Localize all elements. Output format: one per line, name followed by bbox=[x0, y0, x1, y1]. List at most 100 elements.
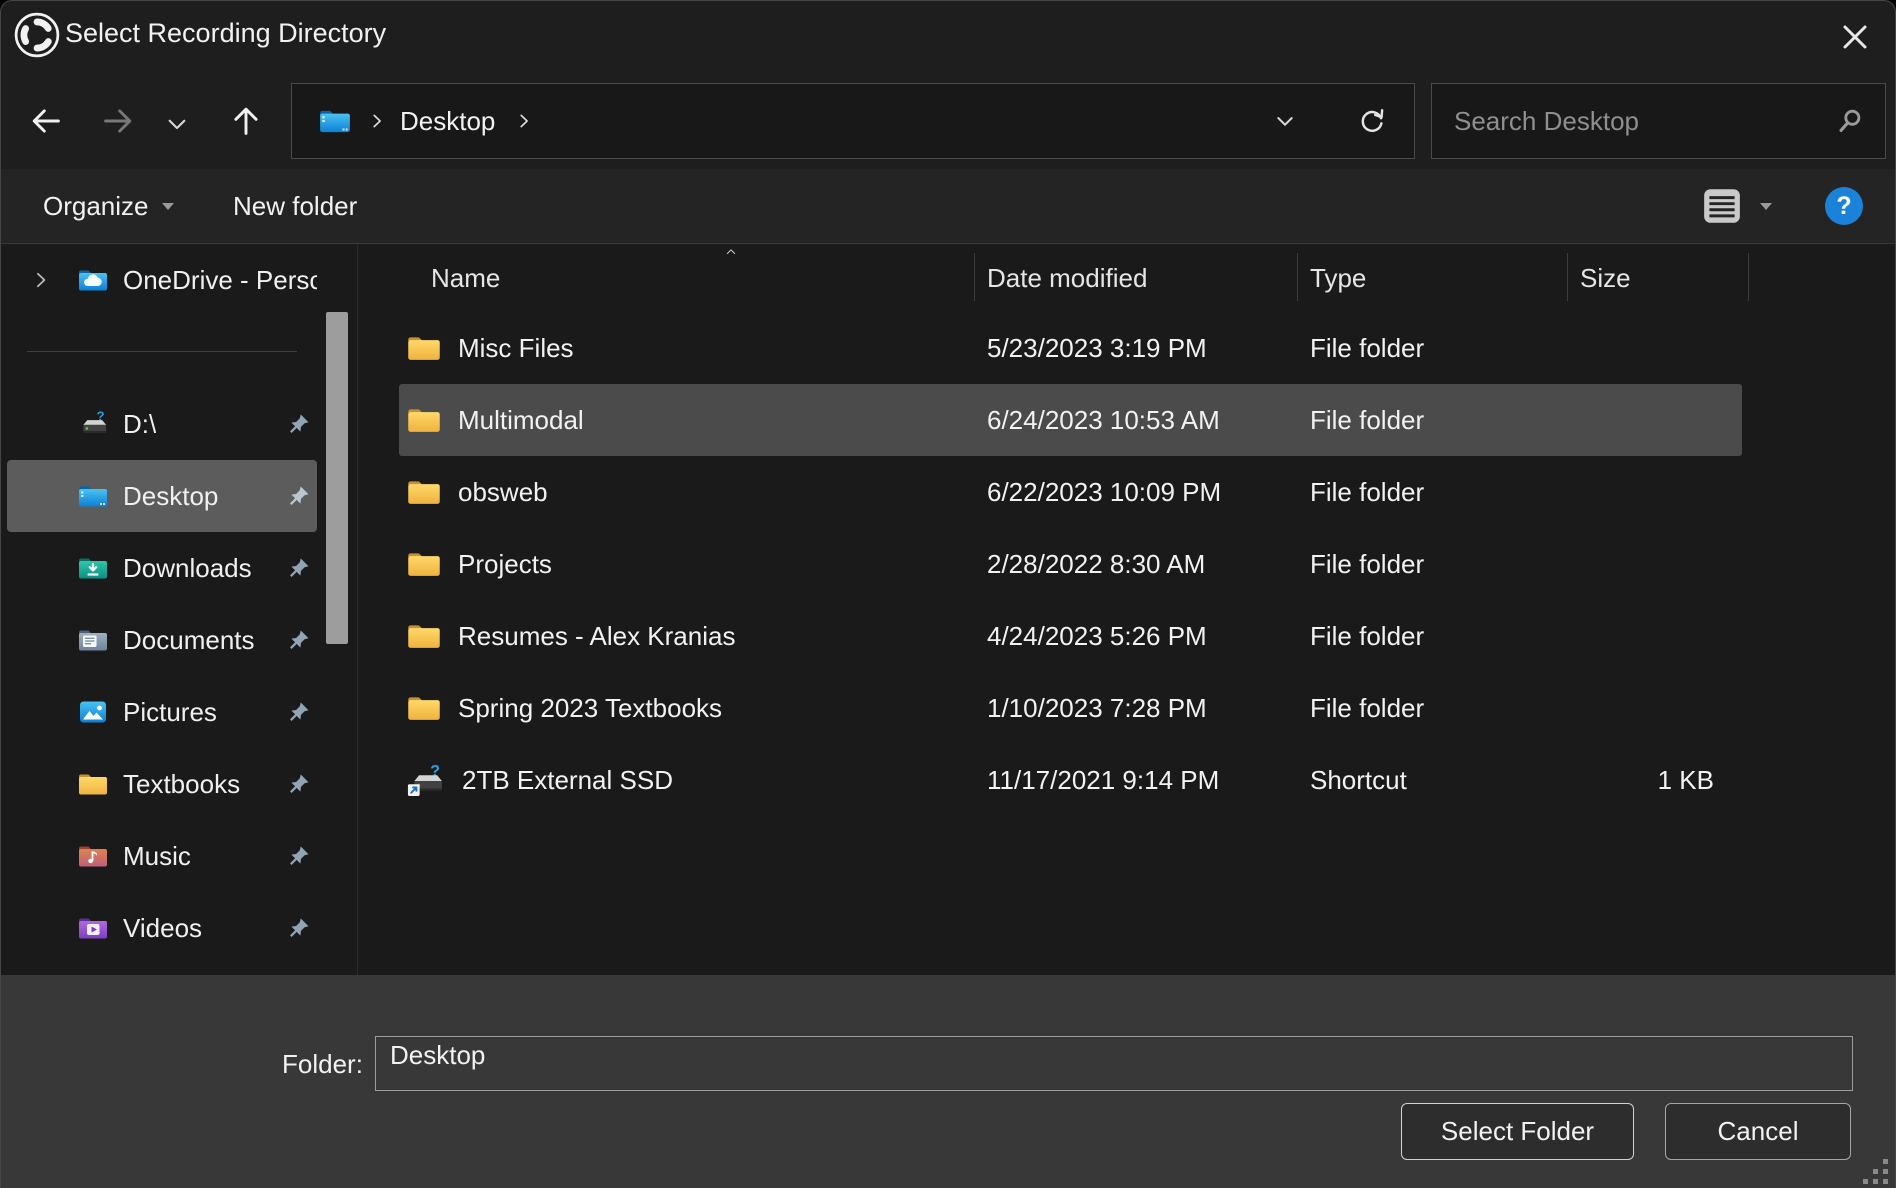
column-header-name[interactable]: Name bbox=[399, 244, 975, 312]
search-icon[interactable] bbox=[1835, 106, 1865, 136]
pin-icon[interactable] bbox=[287, 916, 311, 940]
sidebar-item-d-drive[interactable]: D:\ bbox=[7, 388, 317, 460]
expand-chevron-icon[interactable] bbox=[31, 270, 51, 290]
folder-icon bbox=[406, 477, 442, 507]
type-cell: File folder bbox=[1298, 405, 1568, 436]
file-row-projects[interactable]: Projects 2/28/2022 8:30 AM File folder bbox=[399, 528, 1742, 600]
sidebar-item-downloads[interactable]: Downloads bbox=[7, 532, 317, 604]
help-icon: ? bbox=[1836, 192, 1851, 221]
desktop-folder-icon bbox=[77, 482, 109, 510]
help-button[interactable]: ? bbox=[1825, 187, 1863, 225]
sidebar-item-documents[interactable]: Documents bbox=[7, 604, 317, 676]
sidebar-item-label: Desktop bbox=[123, 481, 218, 512]
breadcrumb-chevron-icon[interactable] bbox=[515, 112, 533, 130]
app-logo-icon bbox=[14, 12, 60, 58]
cancel-button[interactable]: Cancel bbox=[1665, 1103, 1851, 1160]
address-dropdown-icon[interactable] bbox=[1273, 109, 1297, 133]
folder-icon bbox=[406, 405, 442, 435]
view-caret-icon[interactable] bbox=[1759, 202, 1773, 211]
folder-icon bbox=[406, 549, 442, 579]
sidebar-item-label: Downloads bbox=[123, 553, 252, 584]
pin-icon[interactable] bbox=[287, 628, 311, 652]
file-row-misc-files[interactable]: Misc Files 5/23/2023 3:19 PM File folder bbox=[399, 312, 1742, 384]
file-row-2tb-external-ssd[interactable]: 2TB External SSD 11/17/2021 9:14 PM Shor… bbox=[399, 744, 1742, 816]
refresh-icon[interactable] bbox=[1357, 106, 1387, 136]
sidebar-item-textbooks[interactable]: Textbooks bbox=[7, 748, 317, 820]
sidebar-item-label: D:\ bbox=[123, 409, 156, 440]
folder-icon bbox=[77, 770, 109, 798]
pin-icon[interactable] bbox=[287, 412, 311, 436]
folder-field-label: Folder: bbox=[282, 1049, 363, 1080]
breadcrumb-desktop[interactable]: Desktop bbox=[400, 106, 495, 137]
search-box bbox=[1431, 83, 1886, 159]
sidebar-item-label: OneDrive - Persc bbox=[123, 265, 317, 296]
organize-button[interactable]: Organize bbox=[43, 169, 175, 243]
up-icon[interactable] bbox=[228, 103, 264, 139]
sidebar-item-label: Videos bbox=[123, 913, 202, 944]
folder-icon bbox=[406, 693, 442, 723]
pin-icon[interactable] bbox=[287, 556, 311, 580]
sidebar-scrollbar[interactable] bbox=[326, 312, 348, 644]
file-rows: Misc Files 5/23/2023 3:19 PM File folder… bbox=[399, 312, 1742, 816]
column-header-date-modified[interactable]: Date modified bbox=[975, 244, 1298, 312]
new-folder-button[interactable]: New folder bbox=[233, 169, 357, 243]
file-row-resumes[interactable]: Resumes - Alex Kranias 4/24/2023 5:26 PM… bbox=[399, 600, 1742, 672]
pin-icon[interactable] bbox=[287, 772, 311, 796]
forward-icon[interactable] bbox=[100, 103, 136, 139]
date-cell: 6/24/2023 10:53 AM bbox=[975, 405, 1298, 436]
close-icon[interactable] bbox=[1835, 17, 1875, 57]
sidebar-item-onedrive[interactable]: OneDrive - Persc bbox=[7, 244, 317, 316]
sidebar-item-label: Music bbox=[123, 841, 191, 872]
organize-label: Organize bbox=[43, 191, 149, 222]
address-folder-icon bbox=[318, 107, 352, 135]
sidebar-item-label: Pictures bbox=[123, 697, 217, 728]
file-row-multimodal[interactable]: Multimodal 6/24/2023 10:53 AM File folde… bbox=[399, 384, 1742, 456]
name-cell: obsweb bbox=[399, 477, 975, 508]
sidebar-item-music[interactable]: Music bbox=[7, 820, 317, 892]
titlebar: Select Recording Directory bbox=[1, 1, 1895, 71]
file-list-area: Name Date modified Type Size Misc Files bbox=[358, 244, 1895, 975]
file-row-spring-textbooks[interactable]: Spring 2023 Textbooks 1/10/2023 7:28 PM … bbox=[399, 672, 1742, 744]
sidebar-item-videos[interactable]: Videos bbox=[7, 892, 317, 964]
size-cell: 1 KB bbox=[1568, 765, 1742, 796]
pin-icon[interactable] bbox=[287, 700, 311, 724]
view-mode-icon[interactable] bbox=[1701, 185, 1743, 227]
sort-ascending-icon bbox=[721, 245, 741, 258]
window-title: Select Recording Directory bbox=[65, 18, 386, 49]
search-input[interactable] bbox=[1432, 106, 1827, 137]
resize-grip-icon[interactable] bbox=[1863, 1159, 1889, 1185]
navigation-bar: Desktop bbox=[1, 71, 1895, 169]
date-cell: 2/28/2022 8:30 AM bbox=[975, 549, 1298, 580]
footer-panel: Folder: Select Folder Cancel bbox=[1, 975, 1895, 1188]
new-folder-label: New folder bbox=[233, 191, 357, 222]
sidebar-item-pictures[interactable]: Pictures bbox=[7, 676, 317, 748]
name-cell: Multimodal bbox=[399, 405, 975, 436]
type-cell: File folder bbox=[1298, 549, 1568, 580]
documents-folder-icon bbox=[77, 626, 109, 654]
column-header-size[interactable]: Size bbox=[1568, 244, 1749, 312]
folder-name-input[interactable] bbox=[375, 1036, 1853, 1091]
pin-icon[interactable] bbox=[287, 844, 311, 868]
type-cell: File folder bbox=[1298, 693, 1568, 724]
type-cell: File folder bbox=[1298, 333, 1568, 364]
content-area: OneDrive - Persc D:\ Desktop Downloads D… bbox=[1, 243, 1895, 975]
drive-shortcut-icon bbox=[406, 763, 446, 797]
address-bar[interactable]: Desktop bbox=[291, 83, 1415, 159]
folder-icon bbox=[406, 333, 442, 363]
pin-icon[interactable] bbox=[287, 484, 311, 508]
date-cell: 11/17/2021 9:14 PM bbox=[975, 765, 1298, 796]
select-folder-button[interactable]: Select Folder bbox=[1401, 1103, 1634, 1160]
column-header-row: Name Date modified Type Size bbox=[399, 244, 1749, 312]
name-cell: Resumes - Alex Kranias bbox=[399, 621, 975, 652]
organize-caret-icon bbox=[161, 202, 175, 211]
recent-locations-icon[interactable] bbox=[164, 111, 190, 137]
file-row-obsweb[interactable]: obsweb 6/22/2023 10:09 PM File folder bbox=[399, 456, 1742, 528]
column-header-type[interactable]: Type bbox=[1298, 244, 1568, 312]
sidebar-item-desktop[interactable]: Desktop bbox=[7, 460, 317, 532]
name-cell: Spring 2023 Textbooks bbox=[399, 693, 975, 724]
sidebar: OneDrive - Persc D:\ Desktop Downloads D… bbox=[1, 244, 358, 975]
back-icon[interactable] bbox=[28, 103, 64, 139]
select-recording-directory-dialog: Select Recording Directory Desktop Organ… bbox=[0, 0, 1896, 1188]
breadcrumb-chevron-icon[interactable] bbox=[368, 112, 386, 130]
sidebar-item-label: Documents bbox=[123, 625, 255, 656]
